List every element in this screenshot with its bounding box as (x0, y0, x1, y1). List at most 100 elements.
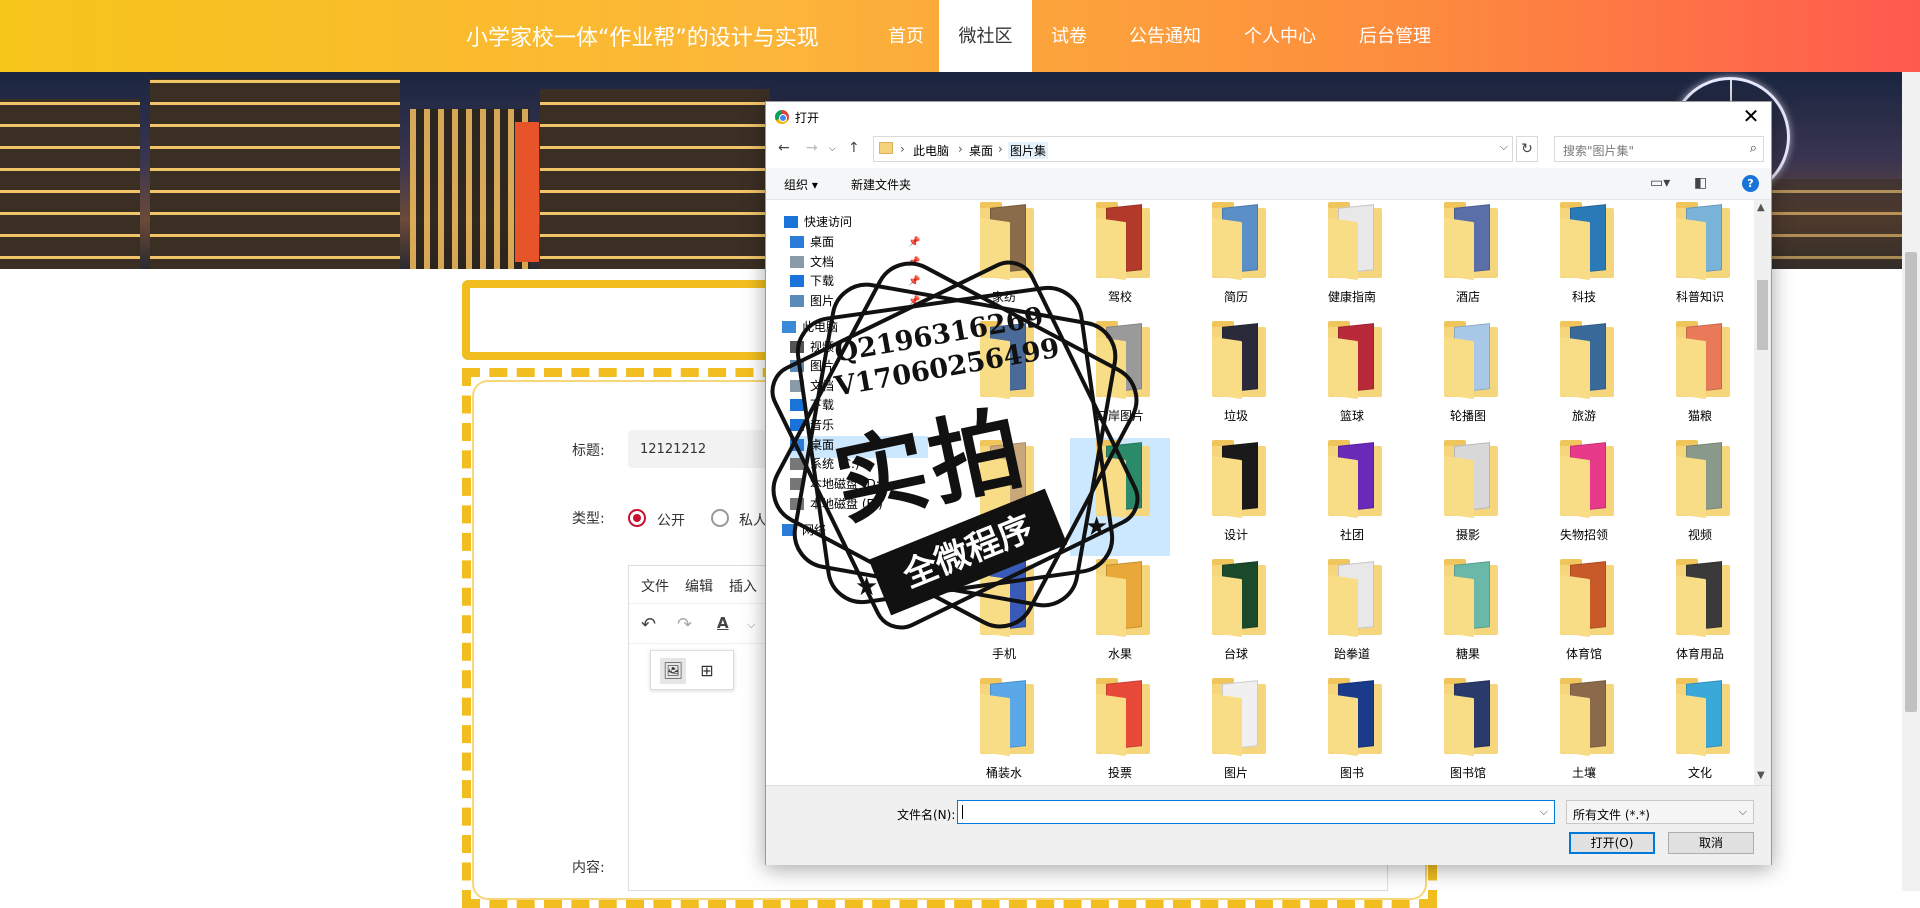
nav-pane-item[interactable]: 此电脑 (782, 318, 928, 340)
folder-item[interactable]: 社团 (1302, 438, 1402, 556)
nav-exam[interactable]: 试卷 (1040, 0, 1098, 72)
table-icon[interactable]: ⊞ (694, 658, 720, 684)
folder-item[interactable]: 图书 (1302, 676, 1402, 785)
folder-item[interactable]: 跆拳道 (1302, 557, 1402, 675)
folder-item[interactable]: 体育用品 (1650, 557, 1750, 675)
folder-item[interactable]: 图片 (1186, 676, 1286, 785)
folder-item[interactable]: 桶装水 (954, 676, 1054, 785)
redo-icon[interactable]: ↷ (677, 614, 692, 635)
page-scrollbar-thumb[interactable] (1905, 252, 1917, 712)
folder-item[interactable]: 手机 (954, 557, 1054, 675)
filename-input[interactable]: ⌵ (957, 800, 1555, 824)
command-bar: 组织 ▾ 新建文件夹 ▭▾ ◧ ? (766, 168, 1771, 200)
address-bar[interactable]: › 此电脑 › 桌面 › 图片集 ⌵ (873, 136, 1513, 162)
folder-item[interactable]: 驾校 (1070, 200, 1170, 318)
folder-item[interactable]: 体育馆 (1534, 557, 1634, 675)
folder-item[interactable]: 科技 (1534, 200, 1634, 318)
editor-menu-edit[interactable]: 编辑 (685, 576, 713, 596)
chevron-down-icon[interactable]: ⌵ (747, 618, 755, 632)
nav-pane-item[interactable]: 下载 (790, 396, 928, 418)
search-input[interactable]: 搜索"图片集" ⌕ (1554, 136, 1764, 162)
undo-icon[interactable]: ↶ (641, 614, 656, 635)
pin-icon: 📌 (908, 257, 921, 268)
page-scrollbar[interactable] (1902, 72, 1920, 891)
nav-pane-item[interactable]: 快速访问 (784, 213, 928, 235)
folder-item[interactable]: 文化 (1650, 676, 1750, 785)
folder-name: 失物招领 (1559, 528, 1608, 542)
folder-icon (1676, 559, 1730, 638)
folder-item[interactable]: 投票 (1070, 676, 1170, 785)
breadcrumb-desktop[interactable]: 桌面 (969, 142, 993, 159)
chevron-down-icon[interactable]: ⌵ (1540, 805, 1548, 819)
folder-item[interactable]: 垃圾 (1186, 319, 1286, 437)
chevron-down-icon[interactable]: ⌵ (1500, 140, 1508, 154)
search-icon: ⌕ (1749, 141, 1757, 156)
folder-item[interactable]: 摄影 (1418, 438, 1518, 556)
nav-pane-item[interactable]: 网络 (782, 521, 928, 543)
network-icon (782, 524, 796, 536)
folder-icon (1212, 321, 1266, 400)
refresh-icon[interactable]: ↻ (1516, 136, 1538, 162)
nav-home[interactable]: 首页 (866, 0, 946, 72)
folder-item[interactable]: 家纺 (954, 200, 1054, 318)
folder-item[interactable]: 篮球 (1302, 319, 1402, 437)
drive-icon (790, 498, 804, 510)
open-button[interactable]: 打开(O) (1569, 832, 1655, 854)
download-icon (790, 399, 804, 411)
folder-item[interactable]: 视频 (1650, 438, 1750, 556)
breadcrumb-picture-set[interactable]: 图片集 (1008, 142, 1049, 159)
back-arrow-icon[interactable]: ← (778, 140, 790, 156)
title-input[interactable]: 12121212 (628, 430, 768, 468)
folder-item[interactable]: 失物招领 (1534, 438, 1634, 556)
nav-community[interactable]: 微社区 (939, 0, 1032, 72)
nav-pane-item[interactable]: 图片 (790, 357, 928, 379)
radio-public[interactable] (628, 509, 646, 527)
folder-item[interactable]: 设计 (1186, 438, 1286, 556)
view-options-icon[interactable]: ▭▾ (1650, 175, 1670, 191)
nav-pane-item[interactable]: 本地磁盘 (E:) (790, 495, 928, 517)
breadcrumb-this-pc[interactable]: 此电脑 (913, 142, 949, 159)
folder-item[interactable]: 简历 (1186, 200, 1286, 318)
folder-item[interactable]: 酒店 (1418, 200, 1518, 318)
file-list-scrollbar[interactable]: ▲ ▼ (1754, 200, 1771, 785)
recent-locations-icon[interactable]: ⌵ (829, 144, 836, 154)
help-icon[interactable]: ? (1742, 175, 1759, 192)
folder-item[interactable]: 旅游 (1534, 319, 1634, 437)
folder-name: 轮播图 (1449, 409, 1486, 423)
folder-item[interactable]: 图书馆 (1418, 676, 1518, 785)
folder-icon (1560, 440, 1614, 519)
font-color-icon[interactable]: A (717, 614, 729, 632)
nav-admin[interactable]: 后台管理 (1350, 0, 1440, 72)
folder-item[interactable]: 猫粮 (1650, 319, 1750, 437)
organize-button[interactable]: 组织 ▾ (784, 176, 818, 193)
radio-private[interactable] (711, 509, 729, 527)
folder-icon (1212, 202, 1266, 281)
nav-pane-item[interactable]: 本地磁盘 (D:) (790, 475, 928, 497)
folder-item[interactable] (1070, 438, 1170, 556)
preview-pane-icon[interactable]: ◧ (1694, 175, 1707, 191)
folder-item[interactable]: 台球 (1186, 557, 1286, 675)
image-icon[interactable]: 🖼 (660, 658, 686, 684)
folder-item[interactable]: 科普知识 (1650, 200, 1750, 318)
folder-item[interactable]: 水果 (1070, 557, 1170, 675)
folder-item[interactable] (954, 319, 1054, 437)
new-folder-button[interactable]: 新建文件夹 (851, 176, 911, 193)
nav-pane-item[interactable]: 音乐 (790, 416, 928, 438)
nav-notice[interactable]: 公告通知 (1120, 0, 1210, 72)
editor-menu-file[interactable]: 文件 (641, 576, 669, 596)
close-icon[interactable]: ✕ (1739, 104, 1763, 128)
folder-item[interactable]: 轮播图 (1418, 319, 1518, 437)
folder-item[interactable]: 健康指南 (1302, 200, 1402, 318)
up-arrow-icon[interactable]: ↑ (848, 140, 860, 156)
file-type-select[interactable]: 所有文件 (*.*) ⌵ (1566, 800, 1754, 824)
folder-item[interactable]: 糖果 (1418, 557, 1518, 675)
editor-menu-insert[interactable]: 插入 (729, 576, 757, 596)
folder-item[interactable]: 美食 (954, 438, 1054, 556)
folder-item[interactable]: 土壤 (1534, 676, 1634, 785)
folder-name: 水果 (1107, 647, 1132, 661)
nav-profile[interactable]: 个人中心 (1235, 0, 1325, 72)
nav-pane-item[interactable]: 系统 (C:) (790, 455, 928, 477)
forward-arrow-icon[interactable]: → (806, 140, 818, 156)
cancel-button[interactable]: 取消 (1668, 832, 1754, 854)
folder-item[interactable]: 口岸图片 (1070, 319, 1170, 437)
